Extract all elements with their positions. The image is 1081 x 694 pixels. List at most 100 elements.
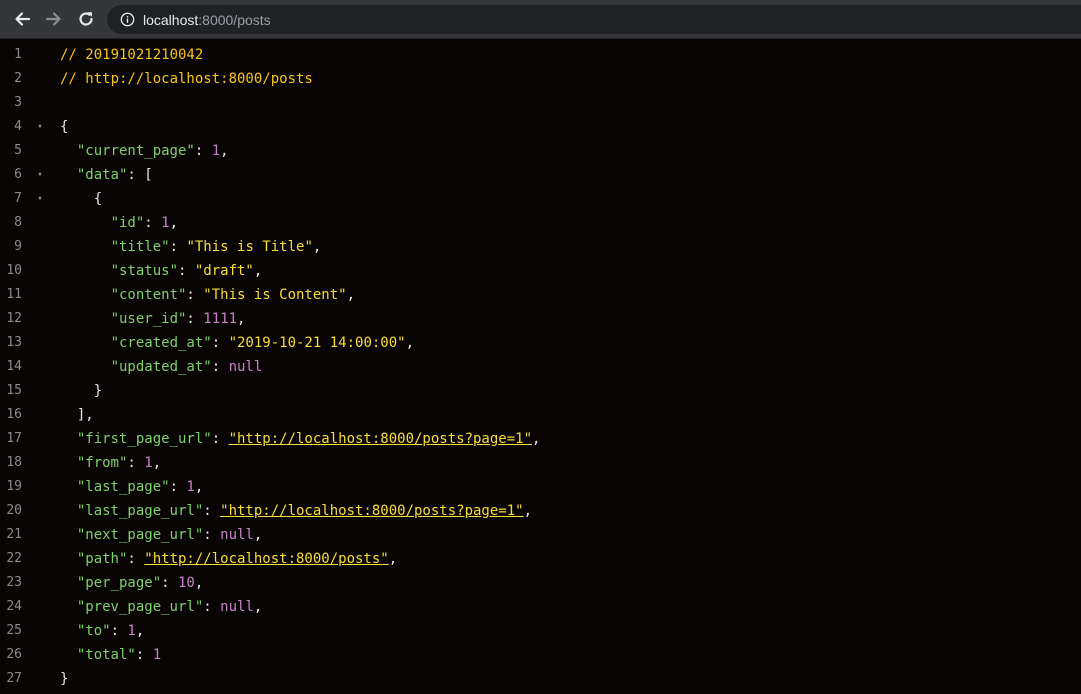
json-punctuation: , — [523, 503, 533, 519]
code-line: 1 // 20191021210042 — [0, 43, 1081, 67]
json-key: "last_page" — [76, 479, 170, 495]
code-line: 24 "prev_page_url": null, — [0, 595, 1081, 619]
code-line: 7 ▾ { — [0, 187, 1081, 211]
code-line: 11 "content": "This is Content", — [0, 283, 1081, 307]
json-punctuation: : — [211, 431, 229, 447]
url-path: :8000/posts — [198, 11, 271, 28]
address-bar[interactable]: localhost:8000/posts — [107, 5, 1081, 34]
json-punctuation: , — [194, 575, 204, 591]
line-content: "last_page": 1, — [60, 475, 203, 499]
json-key: "user_id" — [110, 311, 187, 327]
line-content: "created_at": "2019-10-21 14:00:00", — [60, 331, 414, 355]
line-number: 20 — [6, 503, 22, 518]
json-key: "content" — [110, 287, 187, 303]
json-link[interactable]: "http://localhost:8000/posts?page=1" — [229, 431, 532, 447]
fold-toggle-icon[interactable]: ▾ — [35, 163, 45, 187]
line-number: 1 — [14, 47, 22, 62]
line-number: 7 — [14, 191, 22, 206]
line-content: // 20191021210042 — [60, 43, 203, 67]
json-punctuation: : — [135, 647, 153, 663]
line-number: 9 — [14, 239, 22, 254]
json-number: 10 — [178, 575, 195, 591]
json-string: "draft" — [194, 263, 254, 279]
code-line: 14 "updated_at": null — [0, 355, 1081, 379]
arrow-right-icon — [45, 12, 61, 26]
json-string: "2019-10-21 14:00:00" — [228, 335, 406, 351]
json-link[interactable]: "http://localhost:8000/posts" — [144, 551, 388, 567]
json-punctuation: , — [532, 431, 541, 447]
json-key: "title" — [110, 239, 170, 255]
json-key: "data" — [76, 167, 128, 183]
reload-button[interactable] — [73, 6, 99, 32]
url-text[interactable]: localhost:8000/posts — [143, 12, 271, 28]
line-number: 26 — [6, 647, 22, 662]
code-line: 9 "title": "This is Title", — [0, 235, 1081, 259]
json-key: "status" — [110, 263, 178, 279]
json-punctuation: : — [161, 575, 178, 591]
json-key: "path" — [76, 551, 128, 567]
json-viewer: 1 // 20191021210042 2 // http://localhost:8… — [0, 43, 1081, 691]
code-line: 13 "created_at": "2019-10-21 14:00:00", — [0, 331, 1081, 355]
line-content: "last_page_url": "http://localhost:8000/… — [60, 499, 532, 523]
json-string: "This is Content" — [203, 287, 347, 303]
info-icon[interactable] — [119, 12, 135, 28]
json-punctuation: , — [237, 311, 246, 327]
json-key: "first_page_url" — [76, 431, 212, 447]
line-number: 12 — [6, 311, 22, 326]
code-line: 8 "id": 1, — [0, 211, 1081, 235]
back-button[interactable] — [9, 6, 35, 32]
json-key: "next_page_url" — [76, 527, 204, 543]
json-key: "total" — [76, 647, 136, 663]
code-line: 12 "user_id": 1111, — [0, 307, 1081, 331]
code-line: 19 "last_page": 1, — [0, 475, 1081, 499]
line-number: 17 — [6, 431, 22, 446]
json-key: "from" — [76, 455, 128, 471]
json-key: "updated_at" — [110, 359, 212, 375]
json-number: 1 — [186, 479, 195, 495]
json-punctuation: , — [312, 239, 322, 255]
json-link[interactable]: "http://localhost:8000/posts?page=1" — [220, 503, 523, 519]
url-host: localhost — [143, 11, 199, 28]
line-content: { — [60, 187, 102, 211]
line-number: 24 — [6, 599, 22, 614]
forward-button[interactable] — [41, 6, 67, 32]
code-line: 17 "first_page_url": "http://localhost:80… — [0, 427, 1081, 451]
line-content: "status": "draft", — [60, 259, 263, 283]
code-line: 4 ▾ { — [0, 115, 1081, 139]
line-content: { — [60, 115, 68, 139]
line-number: 16 — [6, 407, 22, 422]
json-punctuation: , — [405, 335, 415, 351]
fold-toggle-icon[interactable]: ▾ — [35, 115, 45, 139]
json-punctuation: ], — [76, 407, 94, 423]
line-number: 5 — [14, 143, 22, 158]
fold-toggle-icon[interactable]: ▾ — [35, 187, 45, 211]
line-content: "total": 1 — [60, 643, 161, 667]
json-key: "per_page" — [76, 575, 162, 591]
line-number: 25 — [6, 623, 22, 638]
json-punctuation: : [ — [127, 167, 153, 183]
line-number: 10 — [6, 263, 22, 278]
json-key: "created_at" — [110, 335, 212, 351]
json-punctuation: , — [253, 527, 263, 543]
json-number: 1 — [161, 215, 170, 231]
code-line: 2 // http://localhost:8000/posts — [0, 67, 1081, 91]
json-punctuation: : — [144, 215, 162, 231]
code-line: 3 — [0, 91, 1081, 115]
line-content: "current_page": 1, — [60, 139, 229, 163]
line-number: 4 — [14, 119, 22, 134]
line-content: "next_page_url": null, — [60, 523, 262, 547]
code-line: 16], — [0, 403, 1081, 427]
json-null: null — [220, 527, 254, 543]
arrow-left-icon — [15, 12, 31, 26]
line-number: 8 — [14, 215, 22, 230]
line-content: "from": 1, — [60, 451, 161, 475]
json-punctuation: : — [211, 335, 229, 351]
json-punctuation: : — [203, 527, 221, 543]
json-punctuation: : — [110, 623, 128, 639]
json-punctuation: , — [220, 143, 229, 159]
line-content: "content": "This is Content", — [60, 283, 355, 307]
line-number: 27 — [6, 671, 22, 686]
line-content: } — [60, 667, 68, 691]
code-line: 27} — [0, 667, 1081, 691]
json-punctuation: : — [186, 287, 204, 303]
